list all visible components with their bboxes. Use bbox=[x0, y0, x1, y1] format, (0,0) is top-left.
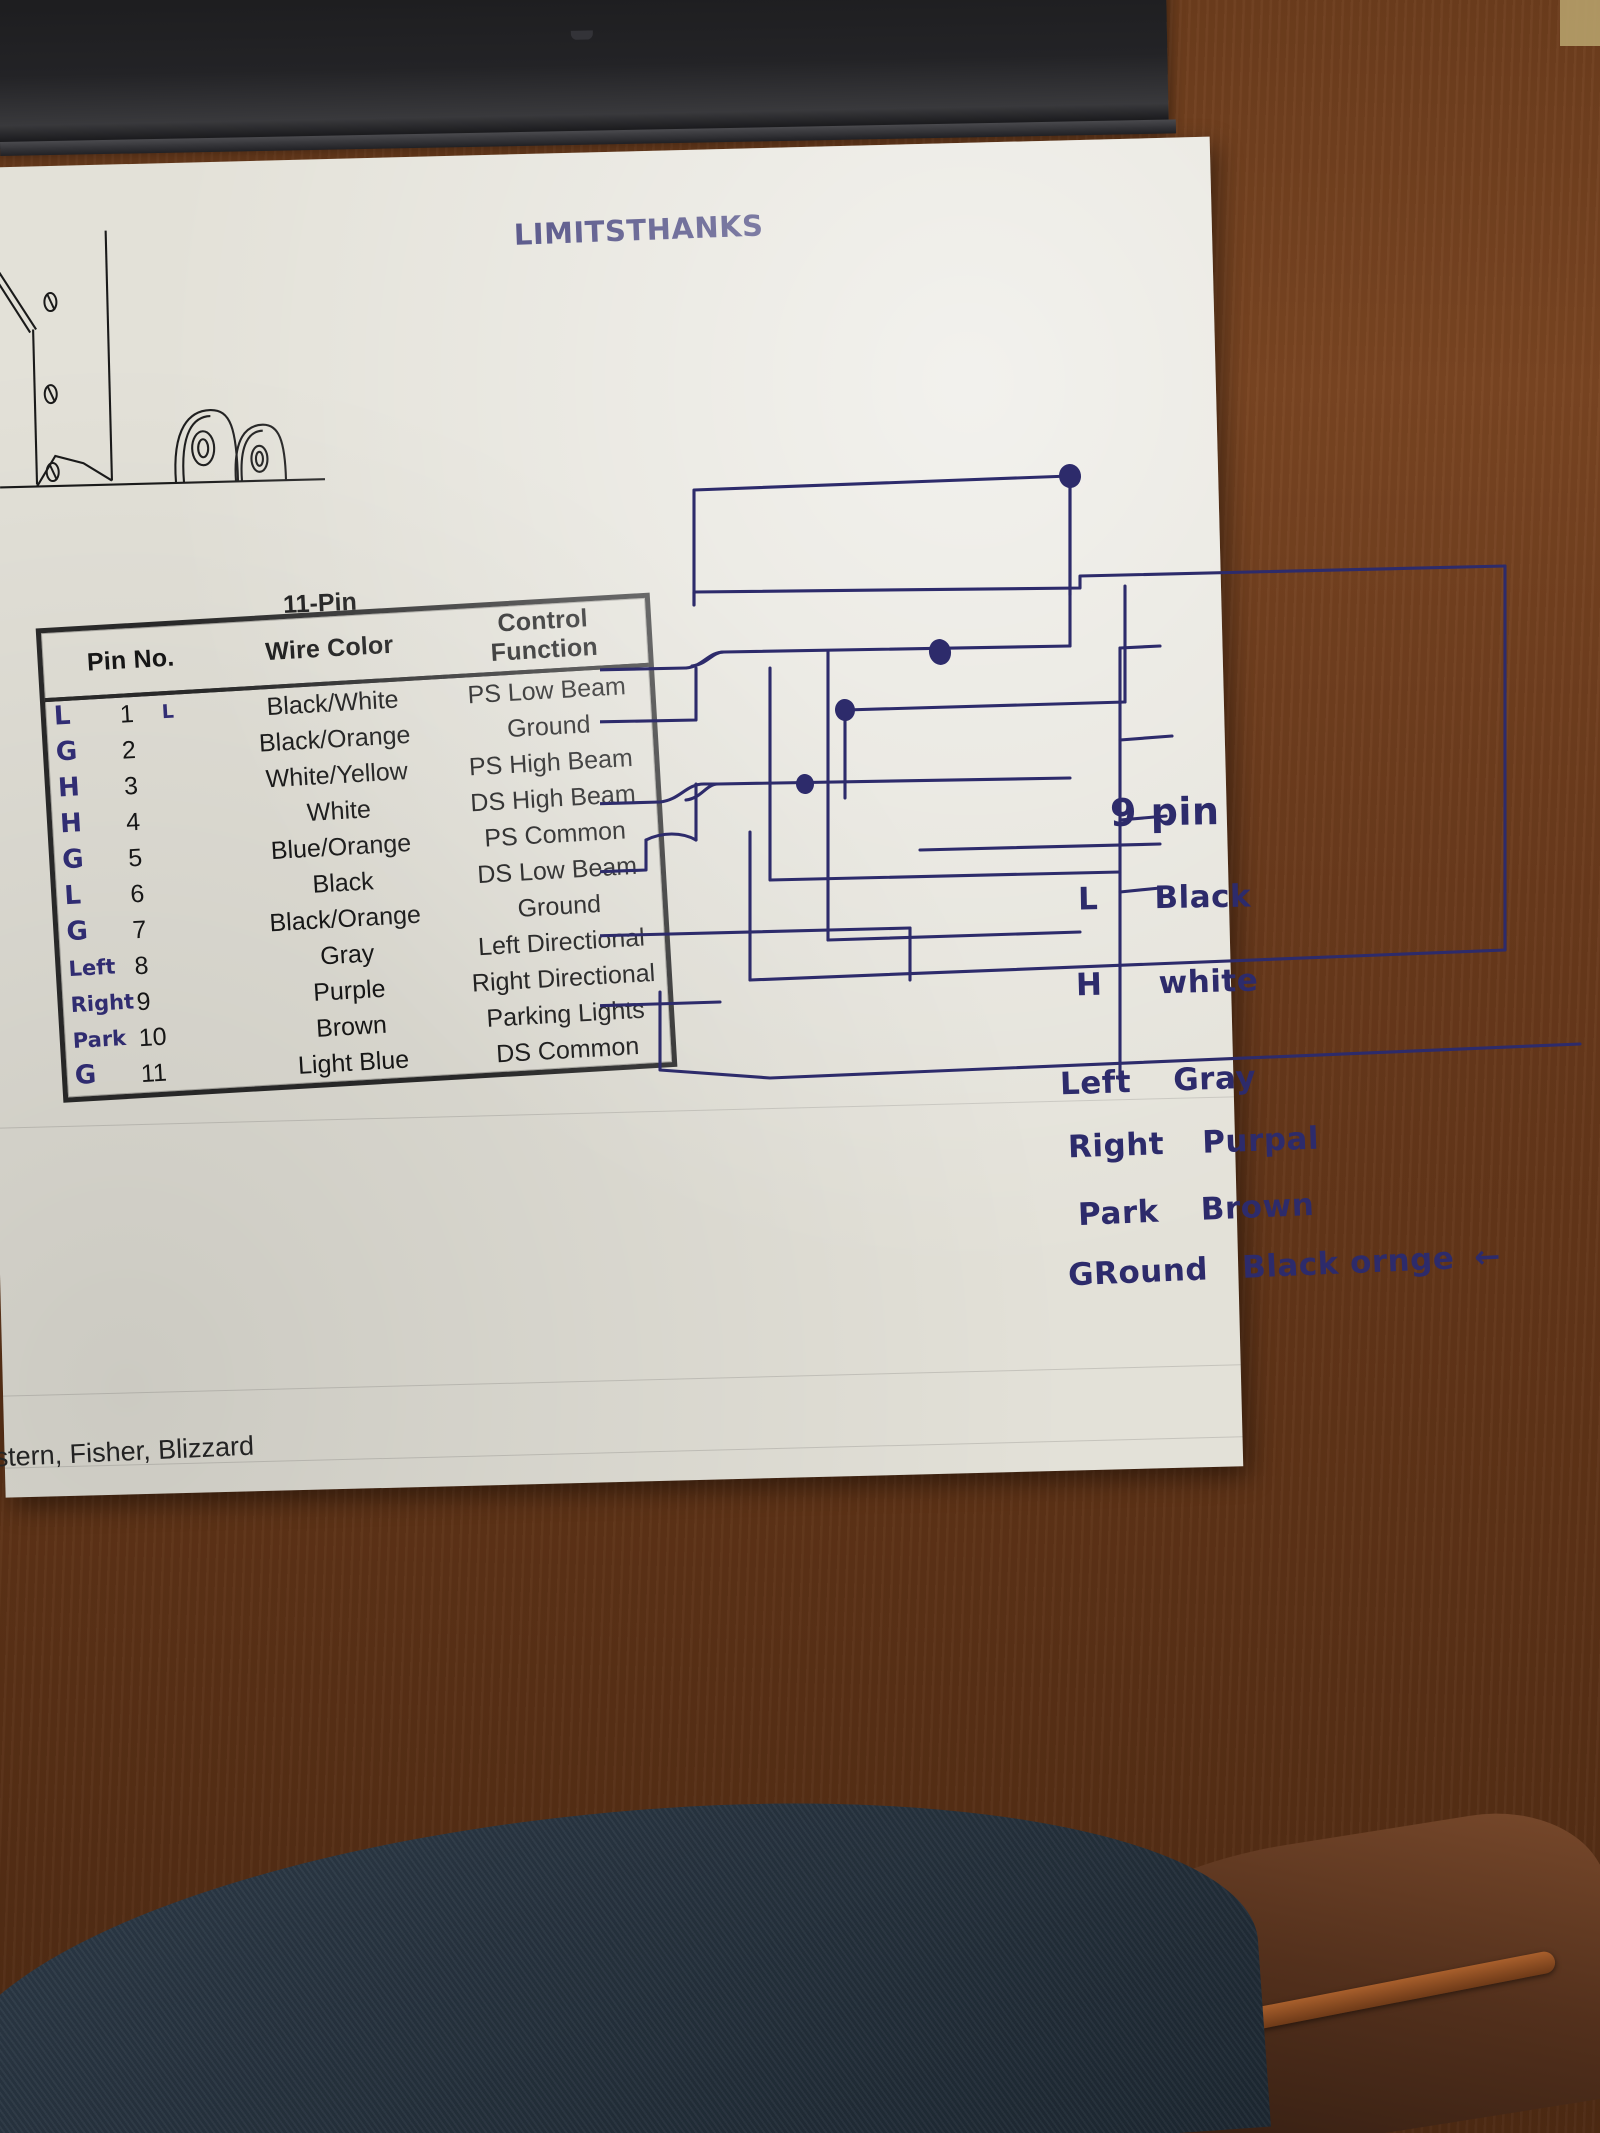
note-label-5: GRound bbox=[1067, 1251, 1209, 1294]
pin-number: 7 bbox=[131, 915, 148, 945]
handwritten-pin-mark: Park bbox=[72, 1025, 127, 1054]
paper-fold-line-1 bbox=[0, 1096, 1234, 1129]
photo-scene: LIMITSTHANKS 11-Pin Pin No. Wire Color C… bbox=[0, 0, 1600, 2133]
pin-number: 6 bbox=[129, 879, 146, 909]
pin-number: 10 bbox=[137, 1022, 168, 1053]
handwritten-title: LIMITSTHANKS bbox=[513, 208, 765, 252]
note-label-4: Park bbox=[1077, 1193, 1160, 1234]
note-value-3: Purpal bbox=[1201, 1120, 1320, 1161]
note-value-0: Black bbox=[1154, 878, 1252, 917]
note-value-1: white bbox=[1158, 962, 1259, 1002]
note-label-3: Right bbox=[1067, 1126, 1165, 1166]
column-header-pin-no: Pin No. bbox=[40, 622, 221, 701]
handwritten-pin-mark: G bbox=[74, 1059, 98, 1091]
pin-number: 4 bbox=[125, 807, 141, 837]
note-label-0: L bbox=[1077, 881, 1099, 918]
pin-number: 3 bbox=[123, 771, 139, 801]
footer-text: stern, Fisher, Blizzard bbox=[0, 1430, 255, 1473]
note-label-1: H bbox=[1075, 966, 1103, 1004]
printed-line-drawing bbox=[0, 230, 326, 489]
handwritten-pin-mark: Right bbox=[70, 989, 135, 1018]
pin-number: 5 bbox=[127, 843, 143, 873]
pin-table-container: Pin No. Wire Color Control Function L1LB… bbox=[35, 592, 678, 1103]
pin-number: 9 bbox=[135, 987, 152, 1017]
handwritten-pin-mark: G bbox=[55, 736, 79, 768]
wire-junction-dots bbox=[795, 464, 1082, 794]
handwritten-pin-mark: L bbox=[63, 880, 82, 912]
note-arrow-icon: ← bbox=[1473, 1238, 1502, 1276]
pin-table: Pin No. Wire Color Control Function L1LB… bbox=[40, 597, 672, 1098]
note-heading-9pin: 9 pin bbox=[1109, 789, 1220, 835]
laptop-notch bbox=[570, 30, 593, 40]
handwritten-pin-mark: H bbox=[59, 808, 83, 840]
note-label-2: Left bbox=[1059, 1063, 1132, 1103]
handwritten-pin-mark: Left bbox=[67, 954, 117, 982]
note-value-2: Gray bbox=[1172, 1059, 1257, 1099]
paper-fold-line-2 bbox=[3, 1364, 1241, 1397]
pin-number: 11 bbox=[140, 1058, 168, 1089]
background-strip bbox=[1560, 0, 1600, 46]
handwritten-pin-mark: L bbox=[52, 700, 72, 732]
pin-number: 1 bbox=[119, 699, 135, 729]
handwritten-pin-mark-extra: L bbox=[161, 700, 175, 724]
pin-number: 2 bbox=[121, 735, 137, 765]
pin-number: 8 bbox=[133, 951, 150, 981]
handwritten-pin-mark: G bbox=[61, 844, 85, 876]
handwritten-pin-mark: H bbox=[57, 772, 81, 804]
handwritten-pin-mark: G bbox=[65, 916, 89, 948]
note-value-4: Brown bbox=[1200, 1186, 1315, 1228]
